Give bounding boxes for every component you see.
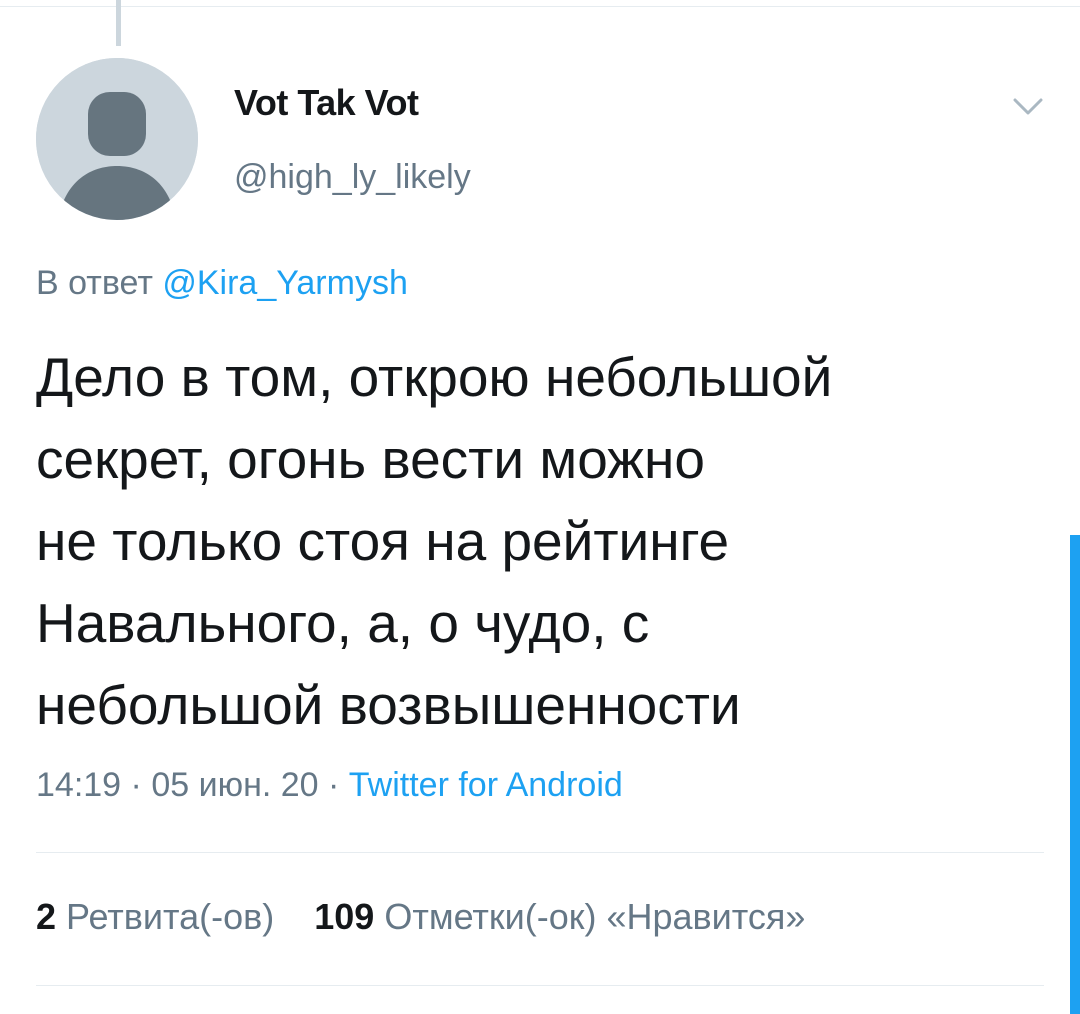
scrollbar[interactable]	[1070, 535, 1080, 1014]
chevron-down-icon	[1013, 98, 1043, 115]
retweets-count: 2	[36, 896, 57, 937]
tweet-options-button[interactable]	[1010, 88, 1046, 124]
tweet-time: 14:19	[36, 766, 122, 804]
tweet-text: Дело в том, открою небольшой секрет, ого…	[36, 346, 833, 736]
tweet-meta: 14:19 · 05 июн. 20 · Twitter for Android	[36, 766, 623, 805]
tweet-source-link[interactable]: Twitter for Android	[349, 766, 623, 804]
default-user-avatar-icon	[36, 58, 198, 220]
thread-connector-line	[116, 0, 121, 46]
reply-context: В ответ @Kira_Yarmysh	[36, 264, 408, 303]
likes-label: Отметки(-ок) «Нравится»	[384, 896, 806, 937]
tweet-stats: 2 Ретвита(-ов) 109 Отметки(-ок) «Нравится…	[36, 896, 845, 938]
likes-count: 109	[314, 896, 375, 937]
top-border	[0, 0, 1080, 7]
reply-mention-link[interactable]: @Kira_Yarmysh	[162, 264, 408, 302]
retweets-label: Ретвита(-ов)	[66, 896, 275, 937]
tweet-date: 05 июн. 20	[151, 766, 319, 804]
likes-stat[interactable]: 109 Отметки(-ок) «Нравится»	[314, 896, 805, 938]
author-handle[interactable]: @high_ly_likely	[234, 158, 471, 197]
meta-separator: ·	[121, 766, 152, 804]
author-name[interactable]: Vot Tak Vot	[234, 82, 419, 124]
avatar[interactable]	[36, 58, 198, 220]
meta-separator: ·	[318, 766, 349, 804]
reply-prefix: В ответ	[36, 264, 153, 302]
divider	[36, 852, 1044, 853]
retweets-stat[interactable]: 2 Ретвита(-ов)	[36, 896, 274, 938]
divider	[36, 985, 1044, 986]
